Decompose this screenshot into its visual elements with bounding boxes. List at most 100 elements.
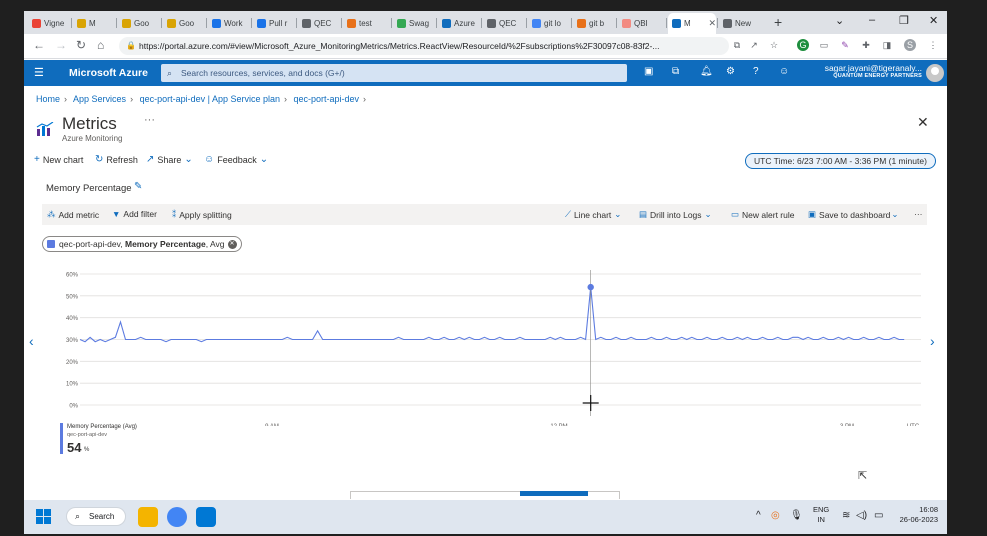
cloud-shell-icon[interactable]: ▣ bbox=[644, 66, 653, 77]
page-subtitle: Azure Monitoring bbox=[62, 134, 123, 143]
chevron-right-icon[interactable]: › bbox=[930, 333, 935, 349]
breadcrumb-app-services[interactable]: App Services bbox=[73, 94, 126, 104]
chevron-up-icon[interactable]: ^ bbox=[756, 510, 761, 521]
add-metric-button[interactable]: ⁂ Add metric bbox=[47, 209, 99, 220]
metric-pill[interactable]: qec-port-api-dev, Memory Percentage, Avg… bbox=[42, 236, 242, 252]
help-icon[interactable]: ? bbox=[753, 66, 759, 77]
apply-splitting-button[interactable]: ⁑ Apply splitting bbox=[172, 209, 232, 220]
search-icon: ⌕ bbox=[75, 511, 81, 521]
file-explorer-icon[interactable] bbox=[138, 507, 158, 527]
share-page-icon[interactable]: ↗ bbox=[748, 39, 760, 51]
refresh-button[interactable]: ↻ Refresh bbox=[95, 154, 138, 165]
directories-icon[interactable]: ⧉ bbox=[672, 66, 679, 77]
memory-line-chart[interactable]: 60%50%40%30%20%10%0%9 AM12 PM3 PMUTCJun … bbox=[24, 266, 947, 426]
account-info[interactable]: sagar.jayani@tigeranaly... QUANTUM ENERG… bbox=[804, 63, 922, 79]
system-clock[interactable]: 16:08 26-06-2023 bbox=[892, 505, 938, 525]
browser-tab[interactable]: M ✕ bbox=[668, 13, 716, 34]
browser-tab[interactable]: Goo bbox=[163, 14, 205, 32]
browser-tab[interactable]: Work bbox=[208, 14, 250, 32]
pen-extension-icon[interactable]: ✎ bbox=[839, 39, 851, 51]
forward-icon[interactable]: → bbox=[55, 38, 67, 52]
browser-tab[interactable]: QEC bbox=[483, 14, 525, 32]
remove-metric-icon[interactable]: ✕ bbox=[227, 240, 237, 249]
azure-search-input[interactable]: ⌕ Search resources, services, and docs (… bbox=[161, 64, 627, 82]
new-chart-button[interactable]: + New chart bbox=[34, 154, 83, 165]
wifi-icon[interactable]: ≋ bbox=[842, 510, 850, 521]
language-indicator[interactable]: ENG IN bbox=[813, 505, 829, 525]
chart-title[interactable]: Memory Percentage bbox=[46, 183, 132, 194]
bookmark-star-icon[interactable]: ☆ bbox=[768, 39, 780, 51]
menu-dots-icon[interactable]: ⋮ bbox=[927, 39, 939, 51]
more-options-icon[interactable]: ··· bbox=[144, 114, 155, 126]
taskbar-search[interactable]: ⌕ Search bbox=[66, 507, 126, 526]
maximize-button[interactable]: ❐ bbox=[899, 14, 909, 27]
drill-logs-dropdown[interactable]: ▤ Drill into Logs ⌄ bbox=[639, 209, 715, 220]
settings-gear-icon[interactable]: ⚙ bbox=[726, 66, 735, 77]
tab-favicon-icon bbox=[622, 18, 631, 28]
breadcrumb-home[interactable]: Home bbox=[36, 94, 60, 104]
azure-brand[interactable]: Microsoft Azure bbox=[69, 67, 148, 79]
new-tab-button[interactable]: + bbox=[774, 14, 782, 30]
minimize-button[interactable]: – bbox=[869, 14, 875, 26]
back-icon[interactable]: ← bbox=[33, 38, 45, 52]
browser-tab[interactable]: QEC bbox=[298, 14, 340, 32]
extension-icon[interactable]: ▭ bbox=[818, 39, 830, 51]
tab-search-icon[interactable]: ⌄ bbox=[835, 14, 844, 27]
tab-favicon-icon bbox=[347, 18, 356, 28]
hamburger-menu-icon[interactable]: ☰ bbox=[34, 66, 44, 79]
edit-title-pencil-icon[interactable]: ✎ bbox=[134, 181, 142, 192]
share-button[interactable]: ↗ Share ⌄ bbox=[146, 154, 196, 165]
feedback-person-icon[interactable]: ☺ bbox=[779, 66, 789, 77]
volume-icon[interactable]: ◁) bbox=[856, 510, 867, 521]
breadcrumb-app-service-plan[interactable]: qec-port-api-dev | App Service plan bbox=[140, 94, 280, 104]
windows-start-icon[interactable] bbox=[36, 509, 52, 525]
feedback-button[interactable]: ☺ Feedback ⌄ bbox=[204, 154, 271, 165]
home-icon[interactable]: ⌂ bbox=[97, 38, 104, 52]
browser-tab[interactable]: Pull r bbox=[253, 14, 295, 32]
tab-label: Azure bbox=[454, 18, 475, 28]
close-tab-icon[interactable]: ✕ bbox=[708, 18, 716, 29]
reload-icon[interactable]: ↻ bbox=[76, 38, 86, 52]
toolbar-more-button[interactable]: ··· bbox=[914, 209, 923, 219]
user-avatar[interactable] bbox=[926, 64, 944, 82]
breadcrumb-app[interactable]: qec-port-api-dev bbox=[294, 94, 360, 104]
browser-tab[interactable]: git lo bbox=[528, 14, 570, 32]
install-icon[interactable]: ⧉ bbox=[731, 39, 743, 51]
chrome-icon[interactable] bbox=[167, 507, 187, 527]
notifications-bell-icon[interactable]: 🔔︎ bbox=[700, 66, 713, 77]
close-blade-icon[interactable]: ✕ bbox=[917, 114, 929, 131]
vscode-icon[interactable] bbox=[196, 507, 216, 527]
browser-tab[interactable]: M bbox=[73, 14, 115, 32]
browser-tab[interactable]: Azure bbox=[438, 14, 480, 32]
close-window-button[interactable]: ✕ bbox=[929, 14, 938, 27]
save-dashboard-label: Save to dashboard bbox=[819, 209, 891, 220]
taskbar-search-label: Search bbox=[89, 512, 115, 521]
time-range-picker[interactable]: UTC Time: 6/23 7:00 AM - 3:36 PM (1 minu… bbox=[745, 153, 936, 169]
browser-tab[interactable]: Goo bbox=[118, 14, 160, 32]
browser-tab[interactable]: test bbox=[343, 14, 385, 32]
new-alert-rule-button[interactable]: ▭ New alert rule bbox=[731, 209, 794, 220]
url-bar[interactable]: 🔒 https://portal.azure.com/#view/Microso… bbox=[119, 37, 729, 55]
browser-tab[interactable]: git b bbox=[573, 14, 615, 32]
tab-favicon-icon bbox=[122, 18, 131, 28]
browser-tab[interactable]: Vigne bbox=[28, 14, 70, 32]
add-filter-button[interactable]: ▼ Add filter bbox=[112, 209, 157, 219]
tray-app-icon[interactable]: ◎ bbox=[771, 510, 780, 521]
save-dashboard-dropdown[interactable]: ▣ Save to dashboard ⌄ bbox=[808, 209, 902, 220]
browser-tab[interactable]: QBI bbox=[618, 14, 660, 32]
x-tick-label: 3 PM bbox=[840, 424, 854, 426]
puzzle-extensions-icon[interactable]: ✚ bbox=[860, 39, 872, 51]
side-panel-icon[interactable]: ◨ bbox=[881, 39, 893, 51]
browser-tab[interactable]: Swag bbox=[393, 14, 435, 32]
battery-icon[interactable]: ▭ bbox=[874, 510, 883, 521]
microphone-icon[interactable]: 🎙︎ bbox=[790, 510, 803, 521]
clock-time: 16:08 bbox=[919, 505, 938, 514]
profile-avatar[interactable]: S bbox=[904, 39, 916, 51]
grammarly-extension-icon[interactable]: G bbox=[797, 39, 809, 51]
line-chart-dropdown[interactable]: ⟋ Line chart ⌄ bbox=[565, 209, 624, 220]
chevron-left-icon[interactable]: ‹ bbox=[29, 333, 34, 349]
partial-dialog-button[interactable] bbox=[520, 491, 588, 496]
browser-tab[interactable]: New bbox=[719, 14, 761, 32]
tab-favicon-icon bbox=[32, 18, 41, 28]
tab-favicon-icon bbox=[442, 18, 451, 28]
